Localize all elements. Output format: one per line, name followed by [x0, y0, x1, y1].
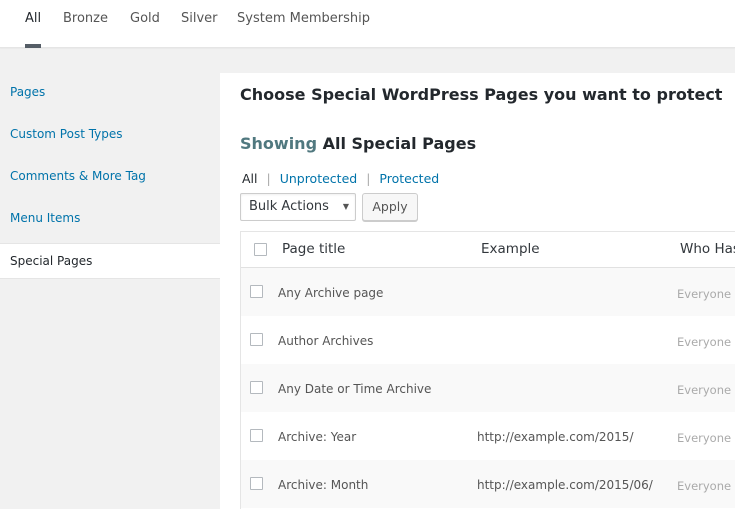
special-pages-table: Page title Example Who Has Any Archive p…: [240, 231, 735, 509]
select-all-checkbox[interactable]: [254, 243, 267, 256]
table-row: Archive: Year http://example.com/2015/ E…: [241, 412, 735, 460]
showing-rest: All Special Pages: [322, 134, 477, 153]
column-example: Example: [481, 241, 540, 257]
row-title: Any Date or Time Archive: [278, 382, 432, 396]
filter-protected[interactable]: Protected: [379, 171, 439, 186]
apply-button[interactable]: Apply: [362, 193, 418, 221]
filter-links: All | Unprotected | Protected: [242, 171, 439, 186]
row-checkbox[interactable]: [250, 429, 263, 442]
bulk-actions-select[interactable]: Bulk Actions ▼: [240, 193, 356, 221]
row-who: Everyone: [677, 335, 732, 349]
row-title: Archive: Month: [278, 478, 369, 492]
filter-separator: |: [366, 171, 371, 186]
sidebar-item-menu-items[interactable]: Menu Items: [0, 211, 220, 225]
row-example: http://example.com/2015/06/: [477, 478, 653, 492]
page-title: Choose Special WordPress Pages you want …: [240, 85, 723, 104]
sidebar-item-custom-post-types[interactable]: Custom Post Types: [0, 127, 220, 141]
table-header: Page title Example Who Has: [241, 232, 735, 268]
membership-tabs: All Bronze Gold Silver System Membership: [0, 0, 735, 48]
showing-lead: Showing: [240, 134, 318, 153]
tab-all[interactable]: All: [25, 11, 42, 48]
chevron-down-icon: ▼: [342, 202, 349, 211]
table-row: Any Date or Time Archive Everyone: [241, 364, 735, 412]
column-page-title[interactable]: Page title: [282, 241, 345, 257]
row-title: Any Archive page: [278, 286, 384, 300]
tab-gold[interactable]: Gold: [130, 11, 160, 48]
row-title: Author Archives: [278, 334, 374, 348]
sidebar-item-special-pages[interactable]: Special Pages: [0, 243, 220, 279]
tab-system-membership[interactable]: System Membership: [237, 11, 370, 48]
row-checkbox[interactable]: [250, 477, 263, 490]
main-panel: Choose Special WordPress Pages you want …: [220, 73, 735, 509]
row-checkbox[interactable]: [250, 285, 263, 298]
row-who: Everyone: [677, 383, 732, 397]
filter-unprotected[interactable]: Unprotected: [280, 171, 358, 186]
table-row: Archive: Month http://example.com/2015/0…: [241, 460, 735, 508]
tab-silver[interactable]: Silver: [181, 11, 218, 48]
column-who-has: Who Has: [680, 241, 735, 257]
table-row: Author Archives Everyone: [241, 316, 735, 364]
row-checkbox[interactable]: [250, 381, 263, 394]
row-who: Everyone: [677, 287, 732, 301]
filter-all[interactable]: All: [242, 171, 258, 186]
filter-separator: |: [266, 171, 271, 186]
showing-heading: Showing All Special Pages: [240, 134, 476, 153]
row-checkbox[interactable]: [250, 333, 263, 346]
sidebar-item-comments-more-tag[interactable]: Comments & More Tag: [0, 169, 220, 183]
sidebar-item-pages[interactable]: Pages: [0, 85, 220, 99]
row-title: Archive: Year: [278, 430, 357, 444]
row-example: http://example.com/2015/: [477, 430, 634, 444]
table-row: Any Archive page Everyone: [241, 268, 735, 316]
row-who: Everyone: [677, 479, 732, 493]
tab-bronze[interactable]: Bronze: [63, 11, 108, 48]
row-who: Everyone: [677, 431, 732, 445]
bulk-actions-label: Bulk Actions: [249, 199, 329, 214]
